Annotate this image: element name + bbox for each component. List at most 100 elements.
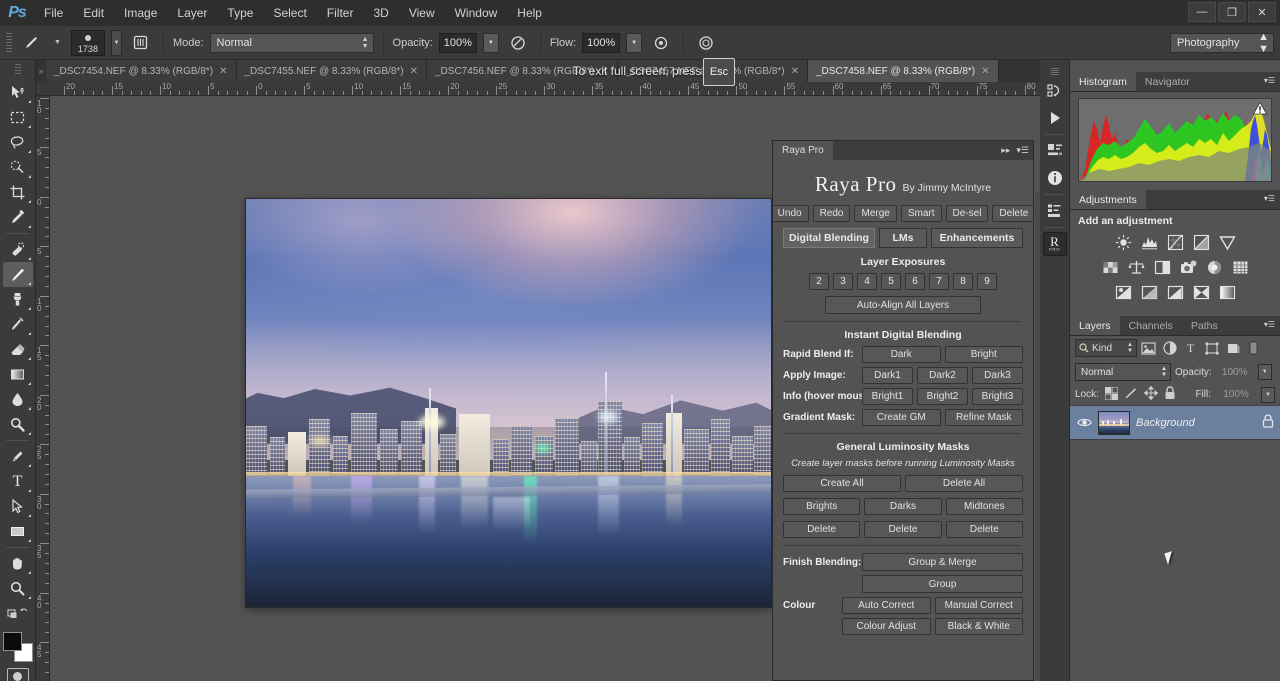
group-button[interactable]: Group — [862, 575, 1023, 593]
tab-adjustments[interactable]: Adjustments — [1070, 190, 1146, 209]
delete-all-button[interactable]: Delete All — [905, 475, 1023, 492]
close-button[interactable]: ✕ — [1248, 2, 1276, 22]
histogram-panel-menu-icon[interactable]: ▾☰ — [1264, 76, 1275, 85]
delete-brights-button[interactable]: Delete — [783, 521, 861, 538]
opacity-input[interactable]: 100% — [438, 32, 477, 53]
exposure-8-button[interactable]: 8 — [953, 273, 973, 290]
panel-menu-icon[interactable]: ▾☰ — [1016, 145, 1029, 156]
info-icon[interactable] — [1043, 166, 1067, 190]
document-tab-7455[interactable]: _DSC7455.NEF @ 8.33% (RGB/8*) ✕ — [236, 60, 427, 82]
flow-input[interactable]: 100% — [582, 32, 621, 53]
tab-enhancements[interactable]: Enhancements — [931, 228, 1023, 248]
zoom-tool[interactable] — [3, 576, 33, 601]
hand-tool[interactable] — [3, 551, 33, 576]
pressure-opacity-icon[interactable] — [505, 31, 531, 55]
dock-grip[interactable] — [1050, 68, 1059, 76]
eraser-tool[interactable] — [3, 337, 33, 362]
brush-size-stepper[interactable]: ▼ — [110, 29, 122, 56]
screen-mode-icons[interactable] — [3, 601, 33, 626]
layer-filter-kind-select[interactable]: Kind ▲ ▼ — [1075, 339, 1137, 357]
gradient-map-icon[interactable] — [1218, 283, 1237, 302]
black-white-icon[interactable] — [1153, 258, 1172, 277]
opacity-dropdown-icon[interactable]: ▼ — [482, 32, 499, 53]
brush-panel-icon[interactable] — [128, 31, 154, 55]
document-canvas[interactable] — [246, 199, 771, 607]
history-brush-tool[interactable] — [3, 312, 33, 337]
document-tab-7458[interactable]: _DSC7458.NEF @ 8.33% (RGB/8*) ✕ — [808, 60, 999, 82]
lock-position-icon[interactable] — [1143, 385, 1159, 403]
curves-icon[interactable] — [1166, 233, 1185, 252]
tab-lms[interactable]: LMs — [879, 228, 927, 248]
tab-navigator[interactable]: Navigator — [1136, 72, 1199, 91]
clone-stamp-tool[interactable] — [3, 287, 33, 312]
dark1-button[interactable]: Dark1 — [862, 367, 913, 384]
rapid-blend-bright-button[interactable]: Bright — [944, 346, 1023, 363]
tab-digital-blending[interactable]: Digital Blending — [783, 228, 875, 248]
layer-fill-value[interactable]: 100% — [1217, 387, 1255, 403]
posterize-icon[interactable] — [1140, 283, 1159, 302]
blend-mode-select[interactable]: Normal ▲ ▼ — [209, 32, 374, 53]
hue-saturation-icon[interactable] — [1101, 258, 1120, 277]
tools-panel-grip[interactable] — [14, 64, 21, 76]
tab-paths[interactable]: Paths — [1182, 316, 1227, 335]
layer-thumbnail[interactable] — [1098, 410, 1130, 435]
filter-pixel-icon[interactable] — [1139, 339, 1158, 358]
menu-help[interactable]: Help — [507, 0, 552, 26]
black-and-white-button[interactable]: Black & White — [934, 618, 1023, 635]
actions-play-icon[interactable] — [1043, 106, 1067, 130]
brightness-contrast-icon[interactable] — [1114, 233, 1133, 252]
menu-image[interactable]: Image — [114, 0, 167, 26]
bright3-button[interactable]: Bright3 — [972, 388, 1023, 405]
type-tool[interactable]: T — [3, 469, 33, 494]
restore-button[interactable]: ❐ — [1218, 2, 1246, 22]
vibrance-icon[interactable] — [1218, 233, 1237, 252]
redo-button[interactable]: Redo — [812, 205, 851, 222]
merge-button[interactable]: Merge — [854, 205, 897, 222]
brush-size-field[interactable]: 1738 — [70, 29, 105, 56]
layer-comps-icon[interactable] — [1043, 199, 1067, 223]
eyedropper-tool[interactable] — [3, 205, 33, 230]
filter-adjustment-icon[interactable] — [1160, 339, 1179, 358]
bright1-button[interactable]: Bright1 — [862, 388, 913, 405]
menu-select[interactable]: Select — [263, 0, 316, 26]
menu-filter[interactable]: Filter — [317, 0, 364, 26]
de-sel-button[interactable]: De-sel — [945, 205, 989, 222]
selective-color-icon[interactable] — [1192, 283, 1211, 302]
dark2-button[interactable]: Dark2 — [917, 367, 968, 384]
auto-correct-button[interactable]: Auto Correct — [842, 597, 931, 614]
invert-icon[interactable] — [1114, 283, 1133, 302]
color-swatches[interactable] — [2, 632, 33, 662]
layer-opacity-value[interactable]: 100% — [1216, 364, 1254, 380]
layers-panel-menu-icon[interactable]: ▾☰ — [1264, 320, 1275, 329]
layer-row-background[interactable]: Background — [1070, 406, 1280, 440]
collapse-icon[interactable]: ▸▸ — [1001, 145, 1010, 156]
quick-mask-icon[interactable] — [6, 668, 29, 681]
exposure-9-button[interactable]: 9 — [977, 273, 997, 290]
color-lookup-icon[interactable] — [1231, 258, 1250, 277]
tab-close-icon[interactable]: ✕ — [219, 66, 227, 77]
layer-visibility-icon[interactable] — [1076, 417, 1092, 428]
brush-preset-caret-icon[interactable]: ▼ — [50, 39, 65, 46]
menu-view[interactable]: View — [399, 0, 445, 26]
airbrush-icon[interactable] — [648, 31, 674, 55]
menu-3d[interactable]: 3D — [363, 0, 398, 26]
exposure-6-button[interactable]: 6 — [905, 273, 925, 290]
lock-image-pixels-icon[interactable] — [1124, 387, 1138, 403]
rapid-blend-dark-button[interactable]: Dark — [862, 346, 941, 363]
filter-shape-icon[interactable] — [1202, 339, 1221, 358]
refine-mask-button[interactable]: Refine Mask — [944, 409, 1023, 426]
smart-button[interactable]: Smart — [900, 205, 942, 222]
exposure-4-button[interactable]: 4 — [857, 273, 877, 290]
delete-button[interactable]: Delete — [992, 205, 1033, 222]
path-selection-tool[interactable] — [3, 494, 33, 519]
dodge-tool[interactable] — [3, 412, 33, 437]
lock-transparent-pixels-icon[interactable] — [1104, 386, 1119, 403]
channel-mixer-icon[interactable] — [1205, 258, 1224, 277]
undo-button[interactable]: Undo — [773, 205, 809, 222]
move-tool[interactable] — [3, 80, 33, 105]
exposure-5-button[interactable]: 5 — [881, 273, 901, 290]
auto-align-all-layers-button[interactable]: Auto-Align All Layers — [825, 296, 981, 314]
minimize-button[interactable]: — — [1188, 2, 1216, 22]
tab-bar-grip[interactable]: » — [36, 60, 46, 82]
layer-opacity-dropdown-icon[interactable]: ▼ — [1257, 364, 1272, 380]
